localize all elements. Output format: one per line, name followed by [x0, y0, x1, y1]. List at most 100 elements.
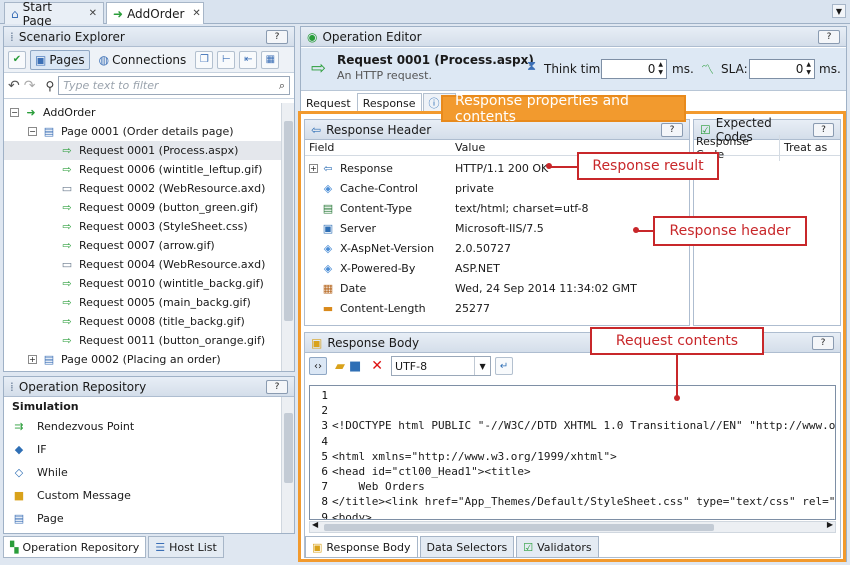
tag-icon: ◈ — [323, 181, 333, 195]
code-view-icon[interactable]: ‹› — [309, 357, 327, 375]
encoding-select[interactable]: UTF-8 ▼ — [391, 356, 492, 376]
tab-response[interactable]: Response — [356, 93, 422, 113]
content-type-icon: ▤ — [322, 201, 334, 215]
header-row[interactable]: ▬ Content-Length 25277 — [305, 298, 689, 318]
pages-button[interactable]: ▣ Pages — [30, 49, 90, 70]
connections-button[interactable]: ◍ Connections — [94, 50, 192, 70]
tab-add-order[interactable]: ➜ AddOrder ✕ — [106, 2, 204, 24]
tree-scrollbar[interactable] — [281, 103, 294, 371]
help-button[interactable]: ? — [812, 335, 834, 350]
open-icon[interactable]: ▰ — [335, 359, 345, 374]
scrollbar-thumb[interactable] — [284, 413, 293, 483]
tree-request-item[interactable]: ▭ Request 0004 (WebResource.axd) — [4, 255, 282, 274]
body-horizontal-scrollbar[interactable]: ◀ ▶ — [309, 520, 836, 533]
chevron-down-icon: ▼ — [474, 357, 490, 375]
expand-toggle-icon[interactable]: + — [28, 355, 37, 364]
header-row[interactable]: ▤ Content-Type text/html; charset=utf-8 — [305, 198, 689, 218]
help-button[interactable]: ? — [818, 29, 840, 44]
tree-icon[interactable]: ⊢ — [217, 50, 236, 69]
tree-request-item[interactable]: ⇨ Request 0008 (title_backg.gif) — [4, 312, 282, 331]
help-button[interactable]: ? — [812, 122, 834, 137]
tab-operation-repository[interactable]: ▚ Operation Repository — [3, 536, 147, 558]
header-row[interactable]: ◈ X-AspNet-Version 2.0.50727 — [305, 238, 689, 258]
header-row[interactable]: ▣ Server Microsoft-IIS/7.5 — [305, 218, 689, 238]
close-icon[interactable]: ✕ — [89, 8, 97, 19]
tree-request-item[interactable]: ⇨ Request 0006 (wintitle_leftup.gif) — [4, 160, 282, 179]
help-button[interactable]: ? — [266, 379, 288, 394]
tree-root[interactable]: − ➜ AddOrder — [4, 103, 282, 122]
tree-page-1[interactable]: − ▤ Page 0001 (Order details page) — [4, 122, 282, 141]
header-value: Wed, 24 Sep 2014 11:34:02 GMT — [455, 281, 637, 295]
think-time-input[interactable]: 0 ▲ ▼ — [601, 59, 667, 79]
close-icon[interactable]: ✕ — [192, 8, 200, 19]
settings-icon[interactable]: ▦ — [261, 50, 280, 69]
collapse-toggle-icon[interactable]: − — [10, 108, 19, 117]
help-button[interactable]: ? — [266, 29, 288, 44]
request-icon: ⇨ — [62, 296, 72, 309]
tree-request-item[interactable]: ⇨ Request 0009 (button_green.gif) — [4, 198, 282, 217]
code-line: 4 — [310, 434, 835, 449]
grip-icon: ⁞ — [10, 379, 14, 394]
save-icon[interactable]: ■ — [349, 359, 361, 374]
callout-response-header: Response header — [653, 216, 807, 246]
tree-request-item[interactable]: ⇨ Request 0011 (button_orange.gif) — [4, 331, 282, 350]
header-row[interactable]: ◈ X-Powered-By ASP.NET — [305, 258, 689, 278]
header-value: text/html; charset=utf-8 — [455, 201, 589, 215]
repository-item[interactable]: ⇉ Rendezvous Point — [4, 415, 294, 438]
repository-item[interactable]: ◆ IF — [4, 438, 294, 461]
scroll-left-icon[interactable]: ◀ — [312, 520, 318, 529]
sla-input[interactable]: 0 ▲ ▼ — [749, 59, 815, 79]
tab-host-list[interactable]: ☰ Host List — [148, 536, 224, 558]
spinner-icon[interactable]: ▲ ▼ — [806, 61, 811, 77]
header-row[interactable]: ▦ Date Wed, 24 Sep 2014 11:34:02 GMT — [305, 278, 689, 298]
filter-input[interactable]: Type text to filter ⌕ — [58, 76, 290, 95]
tree-page-2[interactable]: + ▤ Page 0002 (Placing an order) — [4, 350, 282, 369]
repository-item-label: IF — [37, 443, 47, 456]
expand-toggle-icon[interactable]: + — [309, 163, 318, 173]
tab-start-page[interactable]: ⌂ Start Page ✕ — [4, 0, 104, 28]
response-header-panel: ⇦ Response Header ? Field Value + ⇦ Resp… — [304, 119, 690, 326]
tree-request-item[interactable]: ⇨ Request 0001 (Process.aspx) — [4, 141, 282, 160]
repository-item[interactable]: ■ Custom Message — [4, 484, 294, 507]
tree-request-label: Request 0005 (main_backg.gif) — [79, 296, 251, 309]
binoculars-icon[interactable]: ⚲ — [45, 79, 54, 93]
repository-item[interactable]: ◇ While — [4, 461, 294, 484]
scroll-right-icon[interactable]: ▶ — [827, 520, 833, 529]
tree-request-label: Request 0010 (wintitle_backg.gif) — [79, 277, 264, 290]
tree-request-item[interactable]: ⇨ Request 0007 (arrow.gif) — [4, 236, 282, 255]
sla-value: 0 — [795, 62, 804, 76]
undo-icon[interactable]: ↶ — [8, 78, 20, 94]
response-body-editor[interactable]: 1 2 3 <!DOCTYPE html PUBLIC "-//W3C//DTD … — [309, 385, 836, 520]
home-icon: ⌂ — [11, 6, 19, 21]
checkbox-icon[interactable]: ✔ — [8, 50, 26, 69]
header-row[interactable]: ◈ Cache-Control private — [305, 178, 689, 198]
tree-page-2-label: Page 0002 (Placing an order) — [61, 353, 221, 366]
explorer-toolbar: ✔ ▣ Pages ◍ Connections ❐ ⊢ ⇤ ▦ — [4, 47, 294, 73]
redo-icon[interactable]: ↷ — [24, 78, 36, 94]
delete-icon[interactable]: ✕ — [371, 358, 383, 374]
tree-request-item[interactable]: ⇨ Request 0005 (main_backg.gif) — [4, 293, 282, 312]
help-button[interactable]: ? — [661, 122, 683, 137]
tab-response-body[interactable]: ▣ Response Body — [305, 536, 418, 558]
repository-icon: ▚ — [10, 540, 19, 554]
repository-scrollbar[interactable] — [281, 397, 294, 533]
tab-request[interactable]: Request — [301, 93, 356, 113]
tab-validators[interactable]: ☑ Validators — [516, 536, 599, 558]
tab-data-selectors[interactable]: Data Selectors — [419, 536, 515, 558]
scrollbar-thumb[interactable] — [284, 121, 293, 321]
collapse-icon[interactable]: ⇤ — [239, 50, 258, 69]
collapse-toggle-icon[interactable]: − — [28, 127, 37, 136]
body-icon: ▣ — [311, 335, 323, 350]
tree-request-item[interactable]: ▭ Request 0002 (WebResource.axd) — [4, 179, 282, 198]
word-wrap-icon[interactable]: ↵ — [495, 357, 514, 375]
tree-request-label: Request 0004 (WebResource.axd) — [79, 258, 266, 271]
repository-item[interactable]: ▤ Page — [4, 507, 294, 530]
callout-connector-dot — [546, 163, 552, 169]
copy-icon[interactable]: ❐ — [195, 50, 214, 69]
chevron-down-icon[interactable]: ▼ — [832, 4, 846, 18]
spinner-icon[interactable]: ▲ ▼ — [658, 61, 663, 77]
scrollbar-thumb[interactable] — [324, 524, 714, 531]
tree-request-item[interactable]: ⇨ Request 0003 (StyleSheet.css) — [4, 217, 282, 236]
tree-request-item[interactable]: ⇨ Request 0010 (wintitle_backg.gif) — [4, 274, 282, 293]
repository-item-label: Page — [37, 512, 64, 525]
